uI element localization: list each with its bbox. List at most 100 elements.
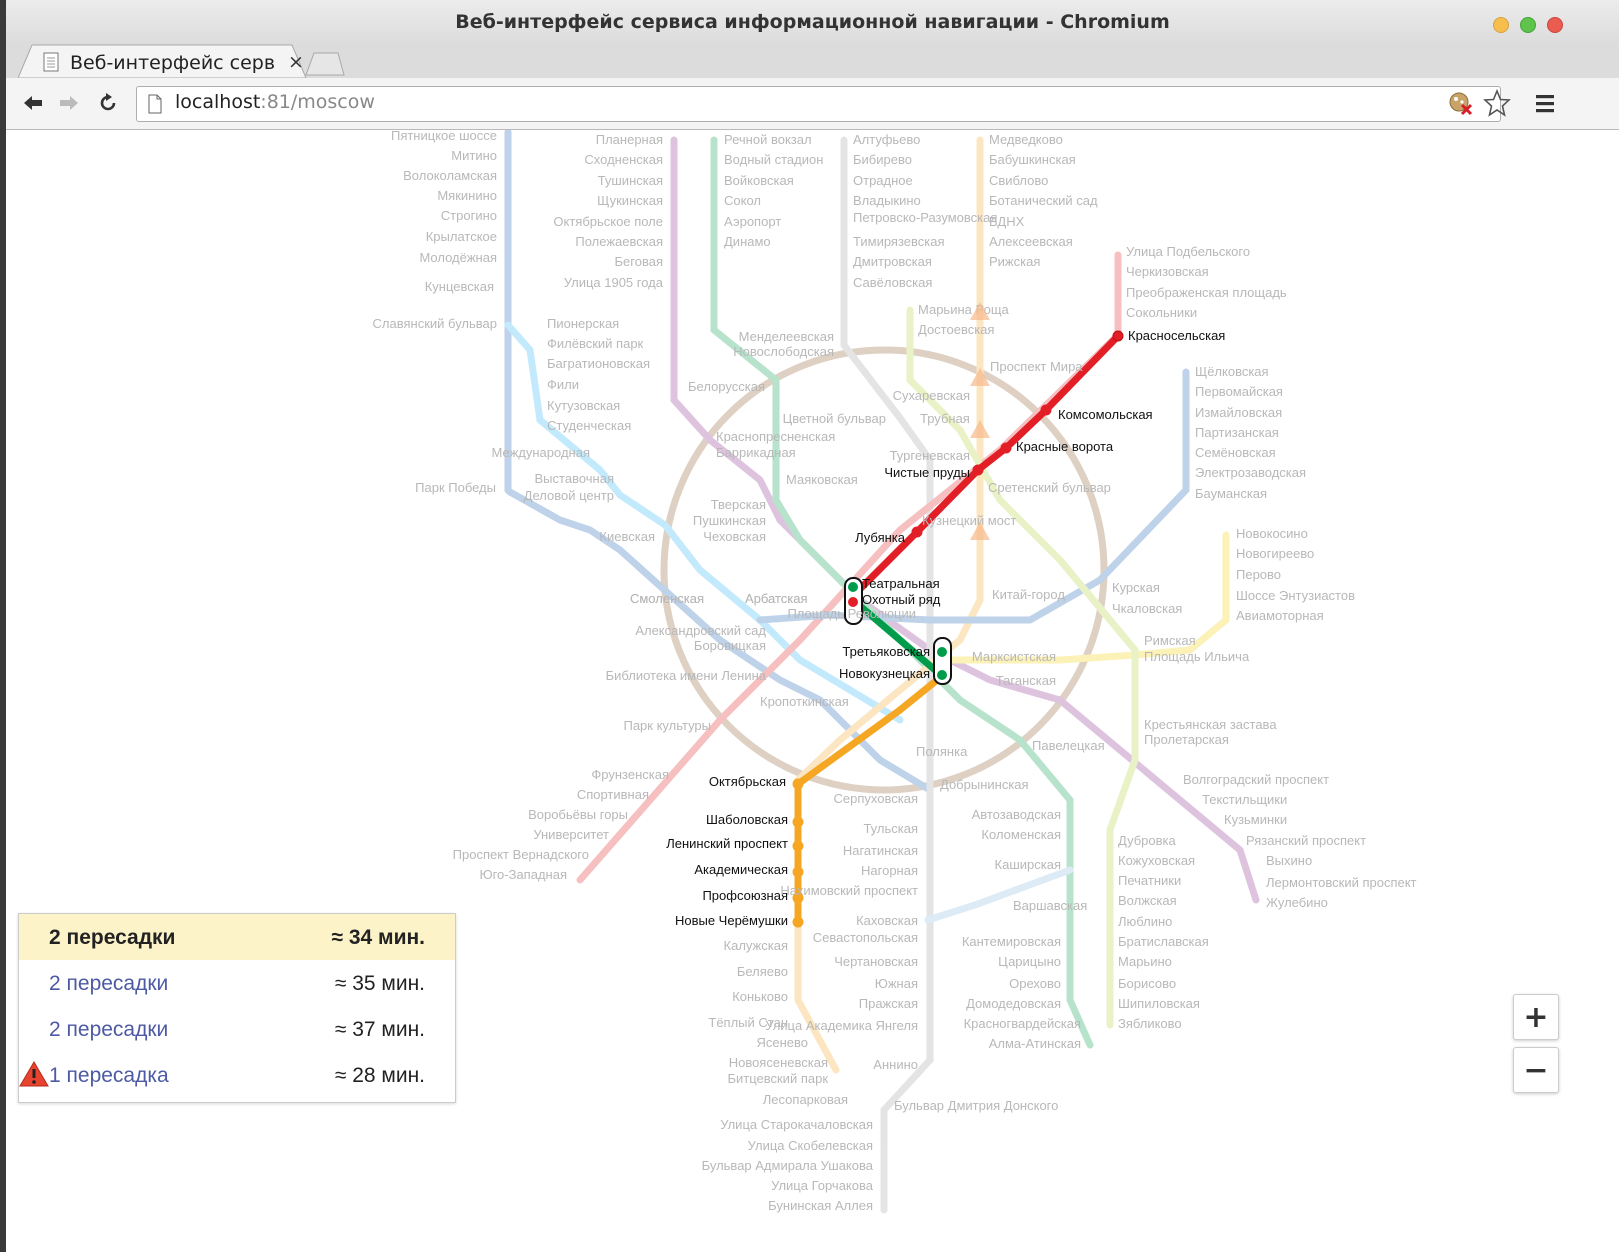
station-label[interactable]: Кузьминки <box>1224 812 1287 827</box>
station-label[interactable]: Щёлковская <box>1195 364 1269 379</box>
route-option[interactable]: 2 пересадки ≈ 37 мин. <box>19 1006 455 1052</box>
station-label[interactable]: Севастопольская <box>813 930 918 945</box>
station-label[interactable]: Крылатское <box>426 229 497 244</box>
station-label[interactable]: Дмитровская <box>853 254 932 269</box>
route-station-label[interactable]: Шаболовская <box>706 812 788 827</box>
station-dot[interactable] <box>792 916 804 928</box>
station-label[interactable]: Багратионовская <box>547 356 650 371</box>
station-label[interactable]: Арбатская <box>745 591 808 606</box>
forward-button[interactable] <box>54 88 84 118</box>
station-label[interactable]: Ясенево <box>756 1035 808 1050</box>
station-label[interactable]: Электрозаводская <box>1195 465 1306 480</box>
station-label[interactable]: Новоясеневская <box>729 1055 828 1070</box>
route-option[interactable]: 1 пересадка ≈ 28 мин. <box>19 1052 455 1098</box>
station-label[interactable]: Белорусская <box>688 379 765 394</box>
station-label[interactable]: Домодедовская <box>966 996 1061 1011</box>
station-dot[interactable] <box>792 840 804 852</box>
station-label[interactable]: Октябрьское поле <box>553 214 663 229</box>
station-label[interactable]: Марьино <box>1118 954 1172 969</box>
address-bar[interactable]: localhost:81/moscow <box>136 86 1501 122</box>
station-label[interactable]: Битцевский парк <box>727 1071 828 1086</box>
station-label[interactable]: Водный стадион <box>724 152 823 167</box>
station-label[interactable]: Павелецкая <box>1032 738 1105 753</box>
station-label[interactable]: Борисово <box>1118 976 1176 991</box>
station-label[interactable]: Каховская <box>856 913 918 928</box>
station-label[interactable]: Тверская <box>711 497 766 512</box>
station-label[interactable]: Пятницкое шоссе <box>391 130 497 143</box>
station-label[interactable]: Юго-Западная <box>479 867 567 882</box>
station-label[interactable]: Южная <box>875 976 918 991</box>
minimize-button[interactable] <box>1493 17 1509 33</box>
station-label[interactable]: Отрадное <box>853 173 913 188</box>
station-label[interactable]: Пионерская <box>547 316 619 331</box>
tab-close-icon[interactable]: × <box>288 51 304 73</box>
station-label[interactable]: Зябликово <box>1118 1016 1182 1031</box>
station-label[interactable]: Сокольники <box>1126 305 1197 320</box>
station-label[interactable]: Марксистская <box>972 649 1056 664</box>
back-button[interactable] <box>18 88 48 118</box>
station-label[interactable]: Чертановская <box>834 954 918 969</box>
station-label[interactable]: Проспект Мира <box>990 359 1083 374</box>
station-label[interactable]: Щукинская <box>597 193 663 208</box>
station-label[interactable]: Римская <box>1144 633 1196 648</box>
close-button[interactable] <box>1547 17 1563 33</box>
station-label[interactable]: Бабушкинская <box>989 152 1076 167</box>
station-label[interactable]: Речной вокзал <box>724 132 812 147</box>
station-label[interactable]: Черкизовская <box>1126 264 1209 279</box>
station-label[interactable]: Баррикадная <box>716 445 796 460</box>
station-label[interactable]: Коньково <box>732 989 788 1004</box>
station-label[interactable]: Воробьёвы горы <box>528 807 628 822</box>
station-label[interactable]: Братиславская <box>1118 934 1209 949</box>
station-dot[interactable] <box>792 778 804 790</box>
station-label[interactable]: Улица Академика Янгеля <box>765 1018 918 1033</box>
station-label[interactable]: Мякинино <box>437 188 497 203</box>
station-label[interactable]: Войковская <box>724 173 794 188</box>
station-label[interactable]: Улица 1905 года <box>564 275 664 290</box>
station-label[interactable]: Кузнецкий мост <box>922 513 1016 528</box>
route-station-label[interactable]: Чистые пруды <box>884 465 970 480</box>
station-label[interactable]: Дубровка <box>1118 833 1177 848</box>
station-label[interactable]: Студенческая <box>547 418 631 433</box>
station-label[interactable]: Измайловская <box>1195 405 1282 420</box>
station-label[interactable]: Перово <box>1236 567 1281 582</box>
station-label[interactable]: Авиамоторная <box>1236 608 1324 623</box>
station-label[interactable]: Международная <box>492 445 590 460</box>
station-label[interactable]: Медведково <box>989 132 1063 147</box>
station-label[interactable]: Калужская <box>724 938 788 953</box>
station-dot[interactable] <box>1040 404 1052 416</box>
station-label[interactable]: Шоссе Энтузиастов <box>1236 588 1355 603</box>
menu-icon[interactable] <box>1534 92 1558 116</box>
station-label[interactable]: Алтуфьево <box>853 132 920 147</box>
route-station-label[interactable]: Лубянка <box>855 530 906 545</box>
bookmark-star-icon[interactable] <box>1483 89 1511 117</box>
route-station-label[interactable]: Новокузнецкая <box>839 666 930 681</box>
station-label[interactable]: Цветной бульвар <box>783 411 886 426</box>
station-label[interactable]: Аннино <box>873 1057 918 1072</box>
reload-button[interactable] <box>93 88 123 118</box>
station-label[interactable]: Сокол <box>724 193 761 208</box>
route-station-label[interactable]: Красносельская <box>1128 328 1225 343</box>
station-dot[interactable] <box>911 526 923 538</box>
station-dot[interactable] <box>972 464 984 476</box>
station-label[interactable]: Кантемировская <box>962 934 1061 949</box>
station-label[interactable]: Новослободская <box>733 344 834 359</box>
route-option[interactable]: 2 пересадки ≈ 34 мин. <box>19 914 455 960</box>
station-label[interactable]: Лермонтовский проспект <box>1266 875 1417 890</box>
station-label[interactable]: Партизанская <box>1195 425 1279 440</box>
station-label[interactable]: Полянка <box>916 744 968 759</box>
station-label[interactable]: Кутузовская <box>547 398 620 413</box>
station-label[interactable]: Деловой центр <box>524 488 614 503</box>
station-label[interactable]: Марьина Роща <box>918 302 1010 317</box>
station-label[interactable]: Нахимовский проспект <box>780 883 918 898</box>
station-label[interactable]: Университет <box>533 827 609 842</box>
station-label[interactable]: Бибирево <box>853 152 912 167</box>
station-label[interactable]: Преображенская площадь <box>1126 285 1287 300</box>
station-label[interactable]: Киевская <box>599 529 655 544</box>
station-label[interactable]: Славянский бульвар <box>373 316 497 331</box>
station-label[interactable]: Бульвар Дмитрия Донского <box>894 1098 1058 1113</box>
station-label[interactable]: Лесопарковая <box>763 1092 848 1107</box>
station-label[interactable]: Молодёжная <box>419 250 497 265</box>
station-label[interactable]: Улица Скобелевская <box>748 1138 873 1153</box>
station-label[interactable]: Площадь Революции <box>787 606 916 621</box>
route-station-label[interactable]: Ленинский проспект <box>666 836 788 851</box>
